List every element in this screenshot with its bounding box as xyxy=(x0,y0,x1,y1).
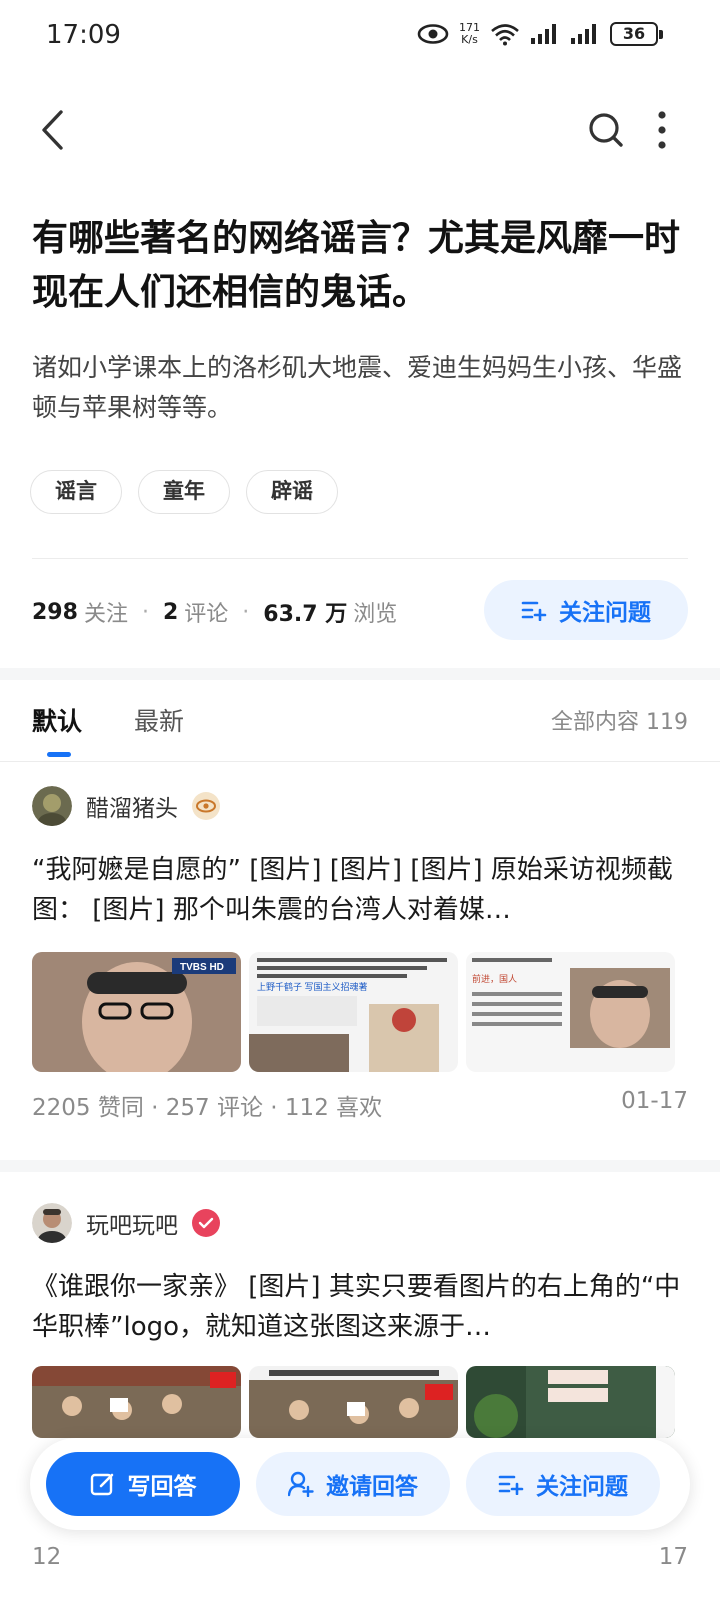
section-divider xyxy=(0,668,720,680)
thumbnail-image[interactable] xyxy=(466,1366,675,1438)
comments-count: 2 xyxy=(162,599,179,625)
author-name[interactable]: 玩吧玩吧 xyxy=(86,1206,178,1240)
views-count: 63.7 万 xyxy=(263,602,348,627)
author-row[interactable]: 玩吧玩吧 xyxy=(32,1203,220,1243)
tag-list: 谣言 童年 辟谣 xyxy=(30,470,338,514)
thumbnail-image[interactable]: 上野千鹤子 写国主义招魂著 xyxy=(249,952,458,1072)
signal-icon xyxy=(571,24,596,44)
divider xyxy=(32,558,688,559)
bottom-action-bar: 写回答 邀请回答 关注问题 xyxy=(30,1438,690,1530)
status-bar: 17:09 171 K/s 36 xyxy=(0,0,720,76)
followers-label: 关注 xyxy=(83,602,128,627)
write-answer-button[interactable]: 写回答 xyxy=(46,1452,240,1516)
tab-latest[interactable]: 最新 xyxy=(134,702,184,738)
tag-childhood[interactable]: 童年 xyxy=(138,470,230,514)
answer-excerpt[interactable]: “我阿嬷是自愿的” [图片] [图片] [图片] 原始采访视频截图： [图片] … xyxy=(32,850,692,930)
thumbnail-row: TVBS HD 上野千鹤子 写国主义招魂著 前进，国人 xyxy=(32,952,675,1072)
thumbnail-caption: 上野千鹤子 写国主义招魂著 xyxy=(257,981,368,992)
thumbnail-image[interactable] xyxy=(249,1366,458,1438)
follow-question-label: 关注问题 xyxy=(559,600,651,626)
separator-dot: · xyxy=(141,599,149,625)
follow-list-icon xyxy=(521,601,547,621)
separator-dot: · xyxy=(242,599,250,625)
thumbnail-image[interactable] xyxy=(32,1366,241,1438)
more-vertical-icon xyxy=(658,111,666,149)
answer-meta: 2205 赞同 · 257 评论 · 112 喜欢 01-17 xyxy=(32,1088,688,1122)
edit-icon xyxy=(90,1473,113,1496)
invite-answer-button[interactable]: 邀请回答 xyxy=(256,1452,450,1516)
answer-date: 01-17 xyxy=(621,1088,688,1114)
verified-badge-icon xyxy=(192,1209,220,1237)
home-area xyxy=(0,1530,720,1602)
back-button[interactable] xyxy=(28,100,84,160)
follow-list-icon xyxy=(498,1475,524,1495)
question-description[interactable]: 诸如小学课本上的洛杉矶大地震、爱迪生妈妈生小孩、华盛顿与苹果树等等。 xyxy=(32,348,692,428)
follow-question-button[interactable]: 关注问题 xyxy=(484,580,688,640)
thumbnail-caption: 前进，国人 xyxy=(472,973,517,984)
tag-rumor[interactable]: 谣言 xyxy=(30,470,122,514)
status-time: 17:09 xyxy=(46,20,121,50)
active-tab-indicator xyxy=(47,752,71,757)
battery-icon: 36 xyxy=(610,22,663,46)
tab-default[interactable]: 默认 xyxy=(32,702,82,738)
views-label: 浏览 xyxy=(353,602,398,627)
thumbnail-caption: TVBS HD xyxy=(180,962,224,973)
invite-answer-label: 邀请回答 xyxy=(326,1474,418,1500)
search-button[interactable] xyxy=(582,106,630,154)
followers-count: 298 xyxy=(32,599,78,625)
answer-stats: 2205 赞同 · 257 评论 · 112 喜欢 xyxy=(32,1095,383,1121)
eye-badge-icon xyxy=(192,792,220,820)
sort-tabs: 默认 最新 全部内容 119 xyxy=(0,680,720,762)
answer-card[interactable]: 醋溜猪头 “我阿嬷是自愿的” [图片] [图片] [图片] 原始采访视频截图： … xyxy=(0,786,720,1146)
tag-debunk[interactable]: 辟谣 xyxy=(246,470,338,514)
all-content-count[interactable]: 全部内容 119 xyxy=(551,704,688,736)
thumbnail-row xyxy=(32,1366,675,1438)
signal-icon xyxy=(531,24,556,44)
answer-excerpt[interactable]: 《谁跟你一家亲》 [图片] 其实只要看图片的右上角的“中华职棒”logo，就知道… xyxy=(32,1267,692,1347)
nav-bar xyxy=(0,90,720,170)
answer-stats: 12 xyxy=(32,1544,62,1570)
avatar[interactable] xyxy=(32,1203,72,1243)
invite-user-icon xyxy=(288,1471,314,1497)
author-name[interactable]: 醋溜猪头 xyxy=(86,789,178,823)
more-button[interactable] xyxy=(648,106,676,154)
follow-question-button[interactable]: 关注问题 xyxy=(466,1452,660,1516)
wifi-icon xyxy=(491,24,519,46)
search-icon xyxy=(589,113,623,147)
thumbnail-image[interactable]: 前进，国人 xyxy=(466,952,675,1072)
follow-question-label: 关注问题 xyxy=(536,1474,628,1500)
answer-date: 17 xyxy=(658,1544,688,1570)
comments-label[interactable]: 评论 xyxy=(184,596,228,628)
write-answer-label: 写回答 xyxy=(127,1474,197,1500)
section-divider xyxy=(0,1160,720,1172)
author-row[interactable]: 醋溜猪头 xyxy=(32,786,220,826)
chevron-left-icon xyxy=(42,110,63,150)
net-speed: 171 K/s xyxy=(459,21,480,46)
question-stats: 298 关注 · 2 评论 · 63.7 万 浏览 xyxy=(32,596,397,628)
question-title[interactable]: 有哪些著名的网络谣言？尤其是风靡一时现在人们还相信的鬼话。 xyxy=(32,212,692,320)
eye-icon xyxy=(417,24,449,44)
status-icons: 171 K/s 36 xyxy=(417,21,663,46)
thumbnail-image[interactable]: TVBS HD xyxy=(32,952,241,1072)
avatar[interactable] xyxy=(32,786,72,826)
